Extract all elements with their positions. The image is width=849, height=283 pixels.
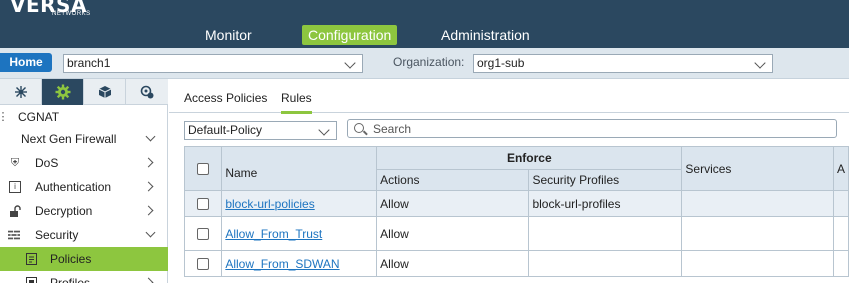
search-input[interactable]: Search (347, 119, 837, 138)
rule-profile-cell (528, 250, 683, 277)
rule-name-cell: block-url-policies (221, 190, 378, 217)
chevron-down-icon (344, 57, 356, 69)
sidebar-item-label: Decryption (35, 204, 93, 218)
gear-icon (55, 84, 70, 100)
sidebar-item-profiles[interactable]: Profiles (0, 271, 168, 283)
sidebar-item-authentication[interactable]: i Authentication (0, 175, 168, 199)
sidebar-item-next-gen-firewall[interactable]: Next Gen Firewall (0, 127, 168, 151)
tab-access-policies[interactable]: Access Policies (184, 91, 267, 105)
rule-action-cell: Allow (376, 190, 530, 217)
firewall-icon (8, 229, 20, 241)
sidebar-item-label: Authentication (35, 180, 112, 194)
sidebar-tab-objects[interactable] (84, 79, 126, 105)
rule-action-cell: Allow (376, 250, 530, 277)
sidebar-tab-configuration[interactable] (42, 79, 84, 105)
rule-services-cell (681, 216, 834, 251)
sidebar-item-label: Policies (50, 252, 92, 266)
row-select-cell (183, 190, 223, 217)
sidebar-item-cgnat[interactable]: ⋮ CGNAT (0, 105, 168, 129)
device-select[interactable]: branch1 (63, 54, 363, 73)
policy-select[interactable]: Default-Policy (184, 121, 337, 140)
chevron-right-icon (143, 181, 154, 192)
rule-action-cell: Allow (376, 216, 530, 251)
rule-name-cell: Allow_From_Trust (221, 216, 378, 251)
column-header-actions[interactable]: Actions (376, 169, 530, 191)
rule-name-link[interactable]: Allow_From_Trust (225, 227, 322, 241)
rule-next-cell (832, 190, 849, 217)
column-header-services[interactable]: Services (681, 146, 834, 191)
rule-name-cell: Allow_From_SDWAN (221, 250, 378, 277)
sidebar-tab-network[interactable] (0, 79, 42, 105)
select-all-checkbox[interactable] (197, 163, 210, 176)
column-group-enforce: Enforce (376, 146, 683, 170)
sidebar-item-security[interactable]: Security (0, 223, 168, 247)
sidebar-item-decryption[interactable]: Decryption (0, 199, 168, 223)
auth-icon: i (9, 181, 21, 193)
rule-name-link[interactable]: Allow_From_SDWAN (225, 257, 339, 271)
rule-services-cell (681, 190, 834, 217)
table-row[interactable]: block-url-policies Allow block-url-profi… (183, 190, 849, 217)
network-icon (14, 86, 27, 98)
column-header-name[interactable]: Name (221, 146, 378, 191)
nav-monitor[interactable]: Monitor (199, 25, 258, 45)
sidebar-item-label: Security (35, 228, 79, 242)
search-icon (354, 123, 364, 133)
table-row[interactable]: Allow_From_Trust Allow (183, 216, 849, 251)
logo-subtext: NETWORKS (52, 11, 91, 17)
content-tabs: Access Policies Rules (169, 79, 849, 114)
profile-icon (25, 277, 37, 283)
sidebar: ⋮ CGNAT Next Gen Firewall ⛨ DoS i Authen… (0, 79, 168, 283)
column-header-security-profiles[interactable]: Security Profiles (528, 169, 683, 191)
home-button[interactable]: Home (0, 53, 52, 72)
top-bar: VERSA NETWORKS Monitor Configuration Adm… (0, 0, 849, 48)
rule-services-cell (681, 250, 834, 277)
organization-label: Organization: (393, 55, 465, 69)
organization-select[interactable]: org1-sub (473, 54, 773, 73)
chevron-right-icon (143, 205, 154, 216)
rule-next-cell (832, 250, 849, 277)
toolbar: Default-Policy Search (169, 118, 849, 140)
table-row[interactable]: Allow_From_SDWAN Allow (183, 250, 849, 277)
rule-name-link[interactable]: block-url-policies (225, 197, 314, 211)
policy-select-value: Default-Policy (188, 123, 263, 137)
sidebar-tabs (0, 79, 168, 105)
rule-next-cell (832, 216, 849, 251)
select-all-cell (183, 146, 223, 191)
chevron-down-icon (145, 131, 156, 142)
row-checkbox[interactable] (197, 228, 210, 241)
row-select-cell (183, 216, 223, 251)
sidebar-item-label: CGNAT (18, 110, 60, 124)
sidebar-item-policies[interactable]: Policies (0, 247, 168, 271)
rules-table: Name Enforce Services A Actions Security… (183, 146, 849, 277)
rule-profile-cell: block-url-profiles (528, 190, 683, 217)
sidebar-item-label: DoS (35, 156, 59, 170)
sidebar-item-label: Next Gen Firewall (21, 132, 117, 146)
organization-select-value: org1-sub (477, 56, 525, 70)
grid-icon: ⋮ (0, 111, 9, 123)
chevron-down-icon (145, 227, 156, 238)
sidebar-item-label: Profiles (50, 276, 91, 283)
search-placeholder: Search (373, 122, 412, 136)
device-select-value: branch1 (67, 56, 111, 70)
dos-icon: ⛨ (10, 157, 20, 169)
row-checkbox[interactable] (197, 258, 210, 271)
chevron-down-icon (754, 57, 766, 69)
sidebar-item-dos[interactable]: ⛨ DoS (0, 151, 168, 175)
unlock-icon (9, 205, 21, 217)
chevron-right-icon (143, 157, 154, 168)
nav-configuration[interactable]: Configuration (302, 25, 398, 45)
row-checkbox[interactable] (197, 198, 210, 211)
column-header-next[interactable]: A (832, 146, 849, 191)
nav-administration[interactable]: Administration (435, 25, 536, 45)
chevron-right-icon (143, 277, 154, 283)
document-icon (25, 253, 37, 265)
rule-profile-cell (528, 216, 683, 251)
sidebar-tab-services[interactable] (126, 79, 168, 105)
cube-icon (98, 86, 111, 98)
shield-gear-icon (140, 85, 154, 99)
tab-rules[interactable]: Rules (281, 91, 312, 114)
row-select-cell (183, 250, 223, 277)
chevron-down-icon (318, 124, 330, 136)
